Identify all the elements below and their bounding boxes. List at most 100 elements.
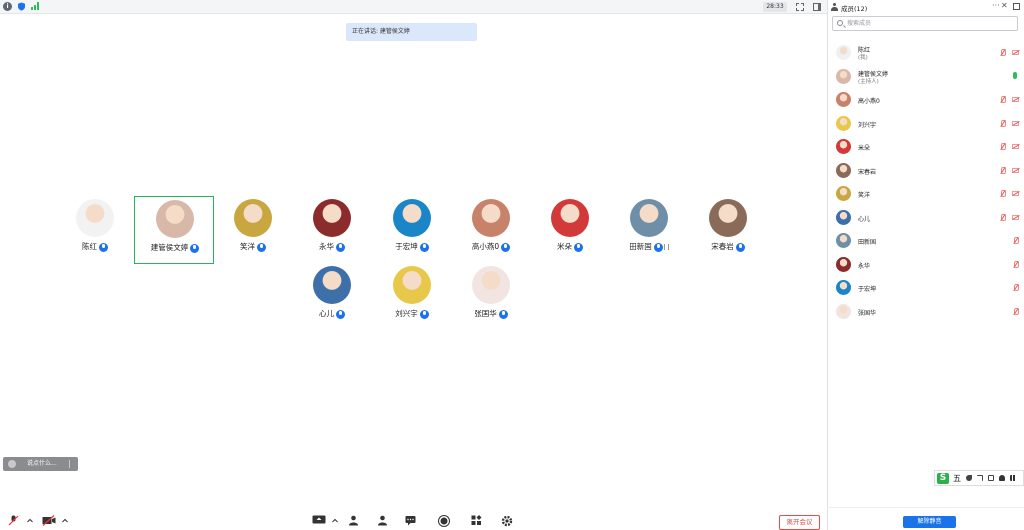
punctuation-icon[interactable] <box>977 475 983 481</box>
participant-tile[interactable]: 陈红 <box>55 196 135 264</box>
avatar <box>393 266 431 304</box>
camera-off-icon[interactable] <box>1012 121 1019 126</box>
microphone-muted-icon[interactable] <box>1000 214 1006 222</box>
ime-toolbar[interactable]: S 五 <box>934 470 1024 486</box>
member-row[interactable]: 张国华 <box>828 301 1024 323</box>
participant-name: 张国华 <box>474 309 497 318</box>
microphone-muted-icon[interactable] <box>1000 49 1006 57</box>
leave-meeting-button[interactable]: 离开会议 <box>779 515 820 530</box>
camera-off-icon[interactable] <box>1012 215 1019 220</box>
apps-icon[interactable] <box>471 515 482 526</box>
signal-icon[interactable] <box>31 2 40 11</box>
settings-icon[interactable] <box>501 515 513 527</box>
microphone-muted-icon[interactable] <box>1000 96 1006 104</box>
info-icon[interactable]: i <box>3 2 12 11</box>
member-row[interactable]: 建管侯文婷 (主持人) <box>828 66 1024 88</box>
meeting-window: i 28:33 正在讲话: 建管侯文婷 陈红 建管侯文婷 笑洋 永华 于宏坤 高小燕0 米朵… <box>0 0 1024 530</box>
emoji-icon[interactable] <box>8 460 16 468</box>
member-row[interactable]: 米朵 <box>828 136 1024 158</box>
microphone-icon[interactable] <box>1013 72 1017 79</box>
fullscreen-icon[interactable] <box>796 3 804 11</box>
participant-tile[interactable]: 建管侯文婷 <box>134 196 214 264</box>
microphone-muted-icon[interactable] <box>1000 190 1006 198</box>
ime-mode[interactable]: 五 <box>953 473 961 484</box>
microphone-muted-icon[interactable] <box>1013 261 1019 269</box>
microphone-icon <box>99 242 108 252</box>
chevron-up-icon[interactable] <box>332 515 338 526</box>
chevron-up-icon[interactable] <box>62 515 68 526</box>
participant-name: 永华 <box>319 242 334 251</box>
microphone-muted-icon[interactable] <box>1000 120 1006 128</box>
more-icon[interactable]: ··· <box>992 1 1000 10</box>
avatar <box>836 280 851 295</box>
camera-off-icon[interactable] <box>1012 50 1019 55</box>
user-icon[interactable] <box>999 475 1005 481</box>
participant-tile[interactable]: 高小燕0 <box>451 196 531 264</box>
ime-logo-icon[interactable]: S <box>937 473 949 484</box>
participant-tile[interactable]: 宋春岩 <box>688 196 768 264</box>
microphone-muted-icon[interactable] <box>1013 237 1019 245</box>
participant-tile[interactable]: 刘兴宇 <box>372 263 452 331</box>
participant-tile[interactable]: 永华 <box>292 196 372 264</box>
avatar <box>313 199 351 237</box>
microphone-muted-icon[interactable] <box>1000 143 1006 151</box>
window-icon[interactable] <box>1013 3 1020 10</box>
avatar <box>472 199 510 237</box>
member-row[interactable]: 宋春岩 <box>828 160 1024 182</box>
share-screen-icon[interactable] <box>312 515 326 526</box>
camera-off-icon[interactable] <box>1012 144 1019 149</box>
avatar <box>836 257 851 272</box>
chat-input-hint[interactable]: 说点什么... <box>3 457 78 471</box>
moon-icon[interactable] <box>966 475 972 481</box>
member-row[interactable]: 心儿 <box>828 207 1024 229</box>
avatar <box>630 199 668 237</box>
participant-tile[interactable]: 米朵 <box>530 196 610 264</box>
member-search-input[interactable] <box>847 18 1012 29</box>
participant-tile[interactable]: 笑洋 <box>213 196 293 264</box>
participant-name: 宋春岩 <box>711 242 734 251</box>
member-row[interactable]: 田新国 <box>828 230 1024 252</box>
member-row[interactable]: 永华 <box>828 254 1024 276</box>
layout-icon[interactable] <box>813 3 821 11</box>
camera-off-icon[interactable] <box>1012 97 1019 102</box>
member-row[interactable]: 高小燕0 <box>828 89 1024 111</box>
participant-name: 田新国 <box>629 242 652 251</box>
security-icon[interactable] <box>348 515 359 526</box>
member-row[interactable]: 于宏坤 <box>828 277 1024 299</box>
grid-icon[interactable] <box>1010 475 1016 481</box>
unmute-all-button[interactable]: 解除静音 <box>903 516 956 528</box>
participant-tile[interactable]: 于宏坤 <box>372 196 452 264</box>
participant-tile[interactable]: 张国华 <box>451 263 531 331</box>
participant-name: 高小燕0 <box>471 242 500 251</box>
keyboard-icon[interactable] <box>988 475 994 481</box>
close-icon[interactable]: ✕ <box>1001 1 1008 10</box>
camera-off-icon[interactable] <box>1012 168 1019 173</box>
members-icon[interactable] <box>377 515 388 526</box>
microphone-muted-icon[interactable] <box>1013 308 1019 316</box>
participant-tile[interactable]: 心儿 <box>292 263 372 331</box>
microphone-muted-icon[interactable] <box>1013 284 1019 292</box>
chevron-up-icon[interactable] <box>27 515 33 526</box>
shield-icon[interactable] <box>17 2 26 11</box>
microphone-muted-icon[interactable] <box>8 515 19 526</box>
participant-name-row: 张国华 <box>451 308 531 319</box>
participant-name-row: 于宏坤 <box>372 241 452 252</box>
avatar <box>709 199 747 237</box>
camera-off-icon[interactable] <box>42 515 56 526</box>
microphone-muted-icon[interactable] <box>1000 167 1006 175</box>
chat-icon[interactable] <box>405 515 416 526</box>
member-search[interactable] <box>832 16 1018 31</box>
participant-name: 建管侯文婷 <box>150 243 189 252</box>
panel-title: 成员(12) <box>841 5 868 13</box>
record-icon[interactable] <box>438 515 450 527</box>
camera-off-icon[interactable] <box>1012 191 1019 196</box>
microphone-icon <box>653 242 663 252</box>
member-row[interactable]: 刘兴宇 <box>828 113 1024 135</box>
avatar <box>472 266 510 304</box>
participant-tile[interactable]: 田新国 <box>609 196 689 264</box>
speaking-banner: 正在讲话: 建管侯文婷 <box>346 23 477 41</box>
member-row[interactable]: 笑洋 <box>828 183 1024 205</box>
member-role: (我) <box>858 55 868 61</box>
member-row[interactable]: 陈红 (我) <box>828 42 1024 64</box>
microphone-icon <box>190 243 200 253</box>
